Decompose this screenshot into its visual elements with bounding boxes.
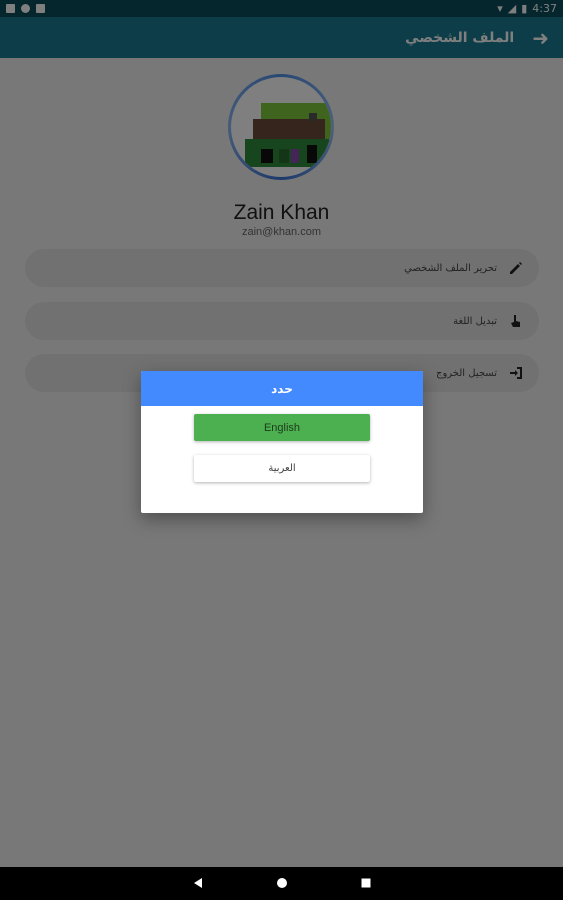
language-dialog: حدد English العربية <box>141 371 423 513</box>
home-nav-icon[interactable] <box>276 874 288 893</box>
dialog-title: حدد <box>141 371 423 406</box>
navigation-bar <box>0 867 563 900</box>
back-nav-icon[interactable] <box>192 874 204 893</box>
recents-nav-icon[interactable] <box>360 874 372 893</box>
english-button[interactable]: English <box>194 414 370 441</box>
arabic-button[interactable]: العربية <box>194 455 370 482</box>
